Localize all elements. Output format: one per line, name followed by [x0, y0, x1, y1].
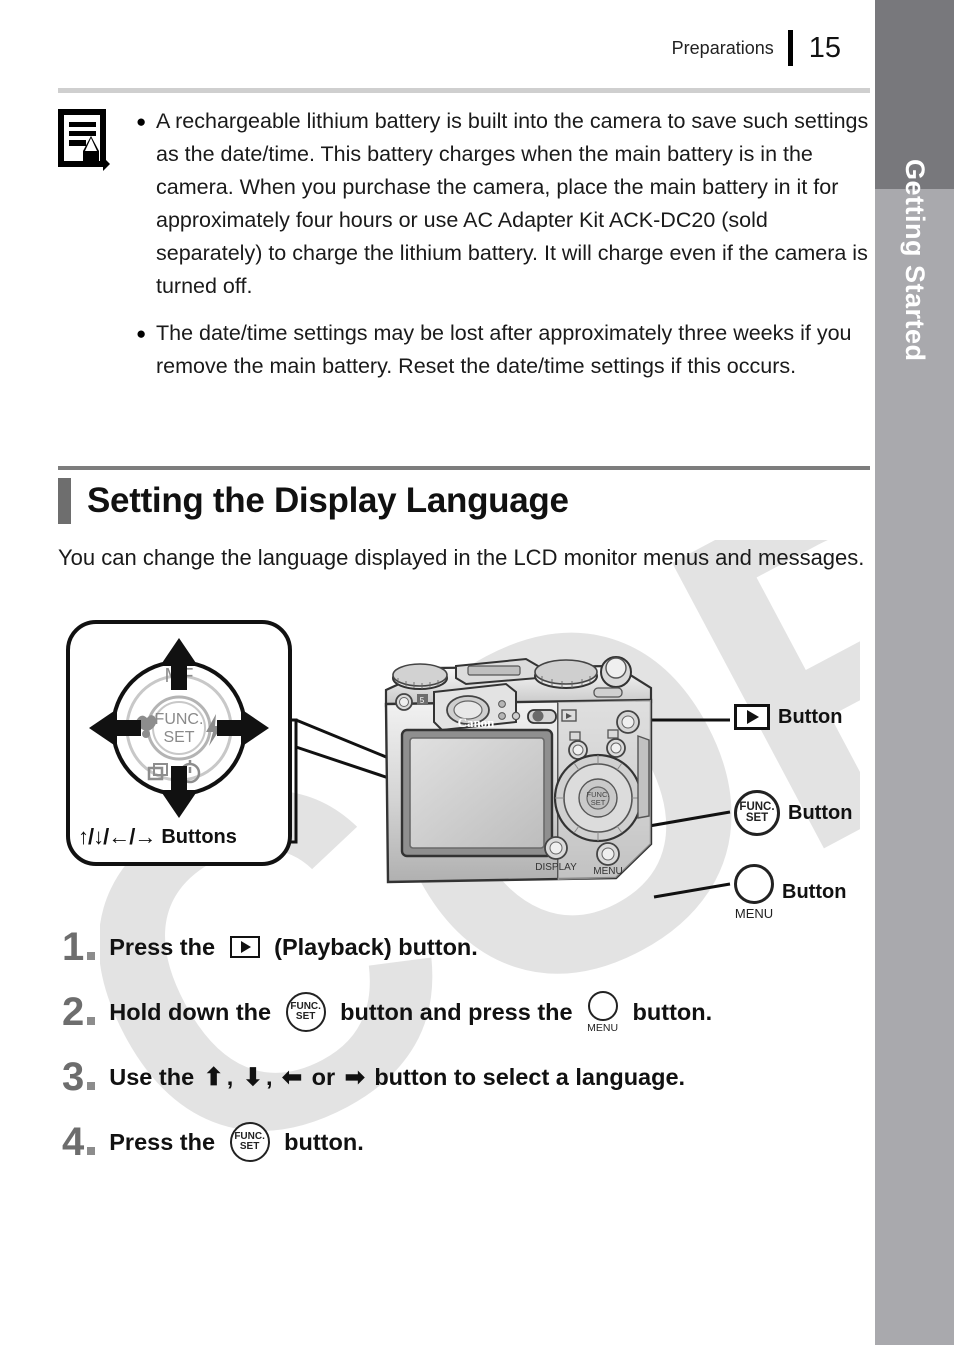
step1-text-b: (Playback) button. [267, 933, 478, 960]
note-box: ● A rechargeable lithium battery is buil… [58, 88, 870, 397]
menu-icon-sublabel: MENU [734, 906, 774, 921]
side-tab: Getting Started [875, 0, 954, 1345]
menu-icon: MENU [587, 990, 618, 1034]
arrow-right-icon: ➡ [344, 1063, 365, 1091]
step-number-3: 3 [62, 1057, 96, 1097]
bullet-dot-icon: ● [136, 112, 147, 131]
camera-display-label: DISPLAY [535, 862, 577, 873]
section-intro-text: You can change the language displayed in… [58, 545, 865, 570]
playback-icon [229, 936, 260, 958]
camera-diagram: FUNC. SET MF ↑/↓/←/→ Buttons [58, 612, 870, 932]
step3-text-c: , [265, 1063, 280, 1090]
callout-playback-label: Button [778, 705, 843, 728]
funcset-icon: FUNC. SET [229, 1122, 270, 1162]
header-divider [787, 30, 793, 66]
step-item-4: 4 Press the FUNC. SET button. [62, 1120, 862, 1164]
bullet-dot-icon: ● [136, 324, 147, 343]
camera-body-illustration: 5 Canon FUNC. SET DISPLAY MENU [384, 656, 653, 884]
page-title: Setting the Display Language [87, 481, 569, 520]
section-block: Setting the Display Language You can cha… [58, 466, 870, 574]
arrow-left-icon: ⬅ [282, 1063, 303, 1091]
step2-text-b: button and press the [333, 998, 580, 1025]
callout-playback: Button [734, 704, 842, 730]
callout-funcset: FUNC. SET Button [734, 790, 852, 836]
playback-icon [734, 704, 770, 730]
section-top-rule [58, 466, 870, 470]
step-item-2: 2 Hold down the FUNC. SET button and pre… [62, 990, 862, 1034]
note-bullet-list: ● A rechargeable lithium battery is buil… [122, 105, 870, 397]
svg-text:SET: SET [591, 798, 606, 807]
step-text-1: Press the (Playback) button. [109, 934, 478, 961]
step-number-1: 1 [62, 927, 96, 967]
side-tab-label: Getting Started [900, 158, 930, 362]
step-number-4: 4 [62, 1122, 96, 1162]
step3-text-b: , [226, 1063, 240, 1090]
step1-text-a: Press the [109, 933, 222, 960]
arrow-down-icon: ⬇ [242, 1063, 263, 1091]
step-text-3: Use the ⬆ , ⬇ , ⬅ or ➡ button to select … [109, 1063, 685, 1092]
funcset-icon: FUNC. SET [285, 992, 326, 1032]
step3-text-e: button to select a language. [367, 1063, 686, 1090]
note-bullet-item: ● A rechargeable lithium battery is buil… [136, 105, 870, 303]
step4-text-b: button. [277, 1128, 364, 1155]
camera-brand-label: Canon [458, 715, 496, 730]
controller-caption: ↑/↓/←/→ Buttons [78, 824, 237, 850]
note-box-top-rule [58, 88, 870, 93]
svg-text:FUNC.: FUNC. [155, 711, 204, 728]
step-text-4: Press the FUNC. SET button. [109, 1122, 364, 1162]
note-bullet-item: ● The date/time settings may be lost aft… [136, 317, 870, 383]
menu-icon: MENU [734, 864, 774, 921]
note-bullet-text: The date/time settings may be lost after… [156, 321, 852, 378]
note-bullet-text: A rechargeable lithium battery is built … [156, 109, 869, 298]
step3-text-d: or [305, 1063, 342, 1090]
step-item-3: 3 Use the ⬆ , ⬇ , ⬅ or ➡ button to selec… [62, 1055, 862, 1099]
header-section-name: Preparations [671, 37, 774, 58]
step3-text-a: Use the [109, 1063, 201, 1090]
step-text-2: Hold down the FUNC. SET button and press… [109, 990, 713, 1034]
camera-menu-label: MENU [593, 866, 622, 877]
step-number-2: 2 [62, 992, 96, 1032]
page-number: 15 [808, 31, 841, 64]
step-item-1: 1 Press the (Playback) button. [62, 925, 862, 969]
page-header: Preparations 15 [0, 26, 875, 70]
arrow-up-icon: ⬆ [203, 1063, 224, 1091]
svg-text:SET: SET [163, 729, 194, 746]
funcset-icon: FUNC. SET [734, 790, 780, 836]
note-memo-icon [58, 105, 122, 176]
callout-menu-label: Button [782, 881, 847, 903]
svg-text:5: 5 [420, 696, 425, 705]
step4-text-a: Press the [109, 1128, 222, 1155]
callout-funcset-label: Button [788, 801, 853, 824]
callout-menu: MENU Button [734, 864, 846, 921]
step-list: 1 Press the (Playback) button. 2 Hold do… [62, 925, 862, 1185]
step2-text-c: button. [626, 998, 713, 1025]
section-accent-bar [58, 478, 71, 524]
funcset-icon-line2: SET [745, 812, 769, 824]
controller-caption-arrows: ↑/↓/←/→ [78, 824, 156, 849]
controller-caption-word: Buttons [161, 825, 237, 848]
step2-text-a: Hold down the [109, 998, 278, 1025]
